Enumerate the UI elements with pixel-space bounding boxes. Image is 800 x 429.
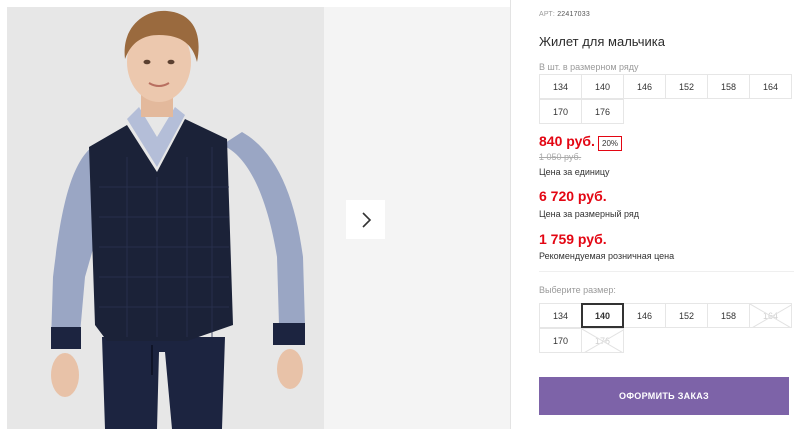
size-range-cell: 146 <box>623 74 666 99</box>
old-price: 1 050 руб. <box>539 152 582 162</box>
size-option-label: 140 <box>594 310 611 321</box>
series-price: 6 720 руб. <box>539 188 607 204</box>
size-range-cell: 176 <box>581 99 624 124</box>
size-option-164: 164 <box>749 303 792 328</box>
discount-badge: 20% <box>598 136 623 151</box>
size-option-label: 170 <box>552 335 569 346</box>
series-price-caption: Цена за размерный ряд <box>539 209 640 219</box>
retail-price-caption: Рекомендуемая розничная цена <box>539 251 675 261</box>
size-range-cell: 164 <box>749 74 792 99</box>
size-option-158[interactable]: 158 <box>707 303 750 328</box>
article-value: 22417033 <box>557 11 590 18</box>
product-gallery <box>7 7 510 429</box>
size-option-152[interactable]: 152 <box>665 303 708 328</box>
panel-divider <box>510 0 511 429</box>
article-number: АРТ: 22417033 <box>539 11 590 18</box>
size-option-label: 152 <box>678 310 695 321</box>
next-image-button[interactable] <box>346 200 385 239</box>
size-option-134[interactable]: 134 <box>539 303 582 328</box>
unit-price-caption: Цена за единицу <box>539 167 610 177</box>
size-range-cell: 152 <box>665 74 708 99</box>
size-option-label: 146 <box>636 310 653 321</box>
size-selector-label: Выберите размер: <box>539 285 616 295</box>
size-range-cell: 134 <box>539 74 582 99</box>
product-photo <box>7 7 324 429</box>
size-option-146[interactable]: 146 <box>623 303 666 328</box>
product-title: Жилет для мальчика <box>539 34 665 49</box>
order-button[interactable]: ОФОРМИТЬ ЗАКАЗ <box>539 377 789 415</box>
unit-price: 840 руб. <box>539 133 595 149</box>
size-range-cell: 140 <box>581 74 624 99</box>
size-range-cell: 158 <box>707 74 750 99</box>
size-option-176: 176 <box>581 328 624 353</box>
unavailable-cross-icon <box>582 329 623 352</box>
size-option-170[interactable]: 170 <box>539 328 582 353</box>
article-label: АРТ: <box>539 11 556 18</box>
size-range-label: В шт. в размерном ряду <box>539 62 639 72</box>
size-option-label: 134 <box>552 310 569 321</box>
section-divider <box>539 271 794 272</box>
chevron-right-icon <box>361 211 371 228</box>
size-option-label: 158 <box>720 310 737 321</box>
size-option-140[interactable]: 140 <box>581 303 624 328</box>
retail-price: 1 759 руб. <box>539 231 607 247</box>
size-range-cell: 170 <box>539 99 582 124</box>
unavailable-cross-icon <box>750 304 791 327</box>
boy-in-vest-image <box>7 7 324 429</box>
